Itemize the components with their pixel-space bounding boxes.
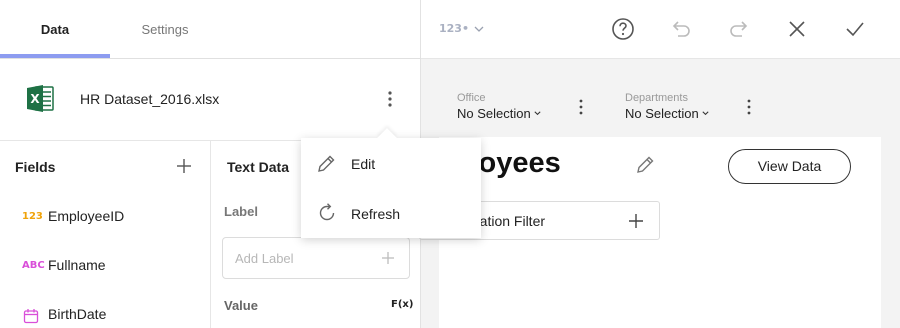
- refresh-icon: [319, 203, 335, 221]
- viz-type-badge: 123•: [439, 22, 469, 35]
- departments-filter-kebab-icon[interactable]: [744, 97, 754, 117]
- filter-value: No Selection: [625, 106, 699, 121]
- office-filter-kebab-icon[interactable]: [576, 97, 586, 117]
- excel-letter: X: [30, 92, 40, 106]
- field-item-birthdate[interactable]: BirthDate: [0, 296, 211, 328]
- visualization-type-selector[interactable]: 123•: [439, 22, 484, 35]
- formula-button[interactable]: F(x): [391, 299, 413, 310]
- menu-item-label: Refresh: [351, 206, 401, 222]
- tab-settings[interactable]: Settings: [110, 0, 220, 59]
- field-item-fullname[interactable]: ABC Fullname: [0, 247, 211, 287]
- undo-icon[interactable]: [669, 17, 693, 41]
- chevron-down-icon: [534, 111, 541, 116]
- panel-tabs: Data Settings: [0, 0, 421, 59]
- help-icon[interactable]: [611, 17, 635, 41]
- close-icon[interactable]: [785, 17, 809, 41]
- dashboard-filter-office[interactable]: Office No Selection: [457, 92, 542, 121]
- visualization-card: mployees View Data d Visualization Filte…: [419, 137, 881, 328]
- dataset-name: HR Dataset_2016.xlsx: [80, 91, 220, 107]
- editor-toolbar: 123•: [421, 0, 900, 59]
- string-type-icon: ABC: [22, 260, 45, 271]
- check-icon[interactable]: [843, 17, 867, 41]
- chevron-down-icon: [702, 111, 709, 116]
- visualization-canvas: 123• Office No Selection Departments No …: [419, 0, 900, 328]
- edit-title-pencil-icon[interactable]: [634, 154, 656, 176]
- dataset-header: X HR Dataset_2016.xlsx: [0, 59, 421, 141]
- chevron-down-icon: [474, 26, 484, 32]
- tab-data[interactable]: Data: [0, 0, 110, 59]
- menu-item-edit[interactable]: Edit: [301, 138, 481, 188]
- view-data-button[interactable]: View Data: [728, 149, 851, 184]
- filter-value: No Selection: [457, 106, 531, 121]
- field-label: BirthDate: [48, 306, 107, 322]
- text-data-title: Text Data: [227, 159, 289, 175]
- excel-icon: X: [27, 85, 54, 112]
- add-label-placeholder: Add Label: [235, 251, 294, 266]
- pencil-icon: [318, 155, 335, 172]
- plus-icon: [629, 214, 643, 228]
- label-heading: Label: [224, 204, 258, 219]
- menu-item-label: Edit: [351, 156, 376, 172]
- dataset-options-kebab-icon[interactable]: [380, 87, 400, 111]
- number-type-icon: 123: [22, 211, 43, 222]
- filter-name: Departments: [625, 92, 688, 104]
- calendar-icon: [23, 309, 39, 324]
- value-heading: Value: [224, 298, 258, 313]
- dataset-context-menu: Edit Refresh: [301, 128, 481, 238]
- redo-icon[interactable]: [727, 17, 751, 41]
- plus-icon[interactable]: [380, 250, 396, 266]
- active-tab-indicator: [0, 54, 110, 58]
- field-label: Fullname: [48, 257, 106, 273]
- field-label: EmployeeID: [48, 208, 125, 224]
- add-label-dropzone[interactable]: Add Label: [222, 237, 410, 279]
- filter-name: Office: [457, 92, 486, 104]
- fields-panel: Fields 123 EmployeeID ABC Fullname Birth…: [0, 141, 211, 328]
- menu-item-refresh[interactable]: Refresh: [301, 188, 481, 238]
- dashboard-filter-departments[interactable]: Departments No Selection: [625, 92, 710, 121]
- add-field-plus-icon[interactable]: [174, 156, 194, 176]
- field-item-employeeid[interactable]: 123 EmployeeID: [0, 198, 211, 238]
- fields-title: Fields: [15, 159, 56, 175]
